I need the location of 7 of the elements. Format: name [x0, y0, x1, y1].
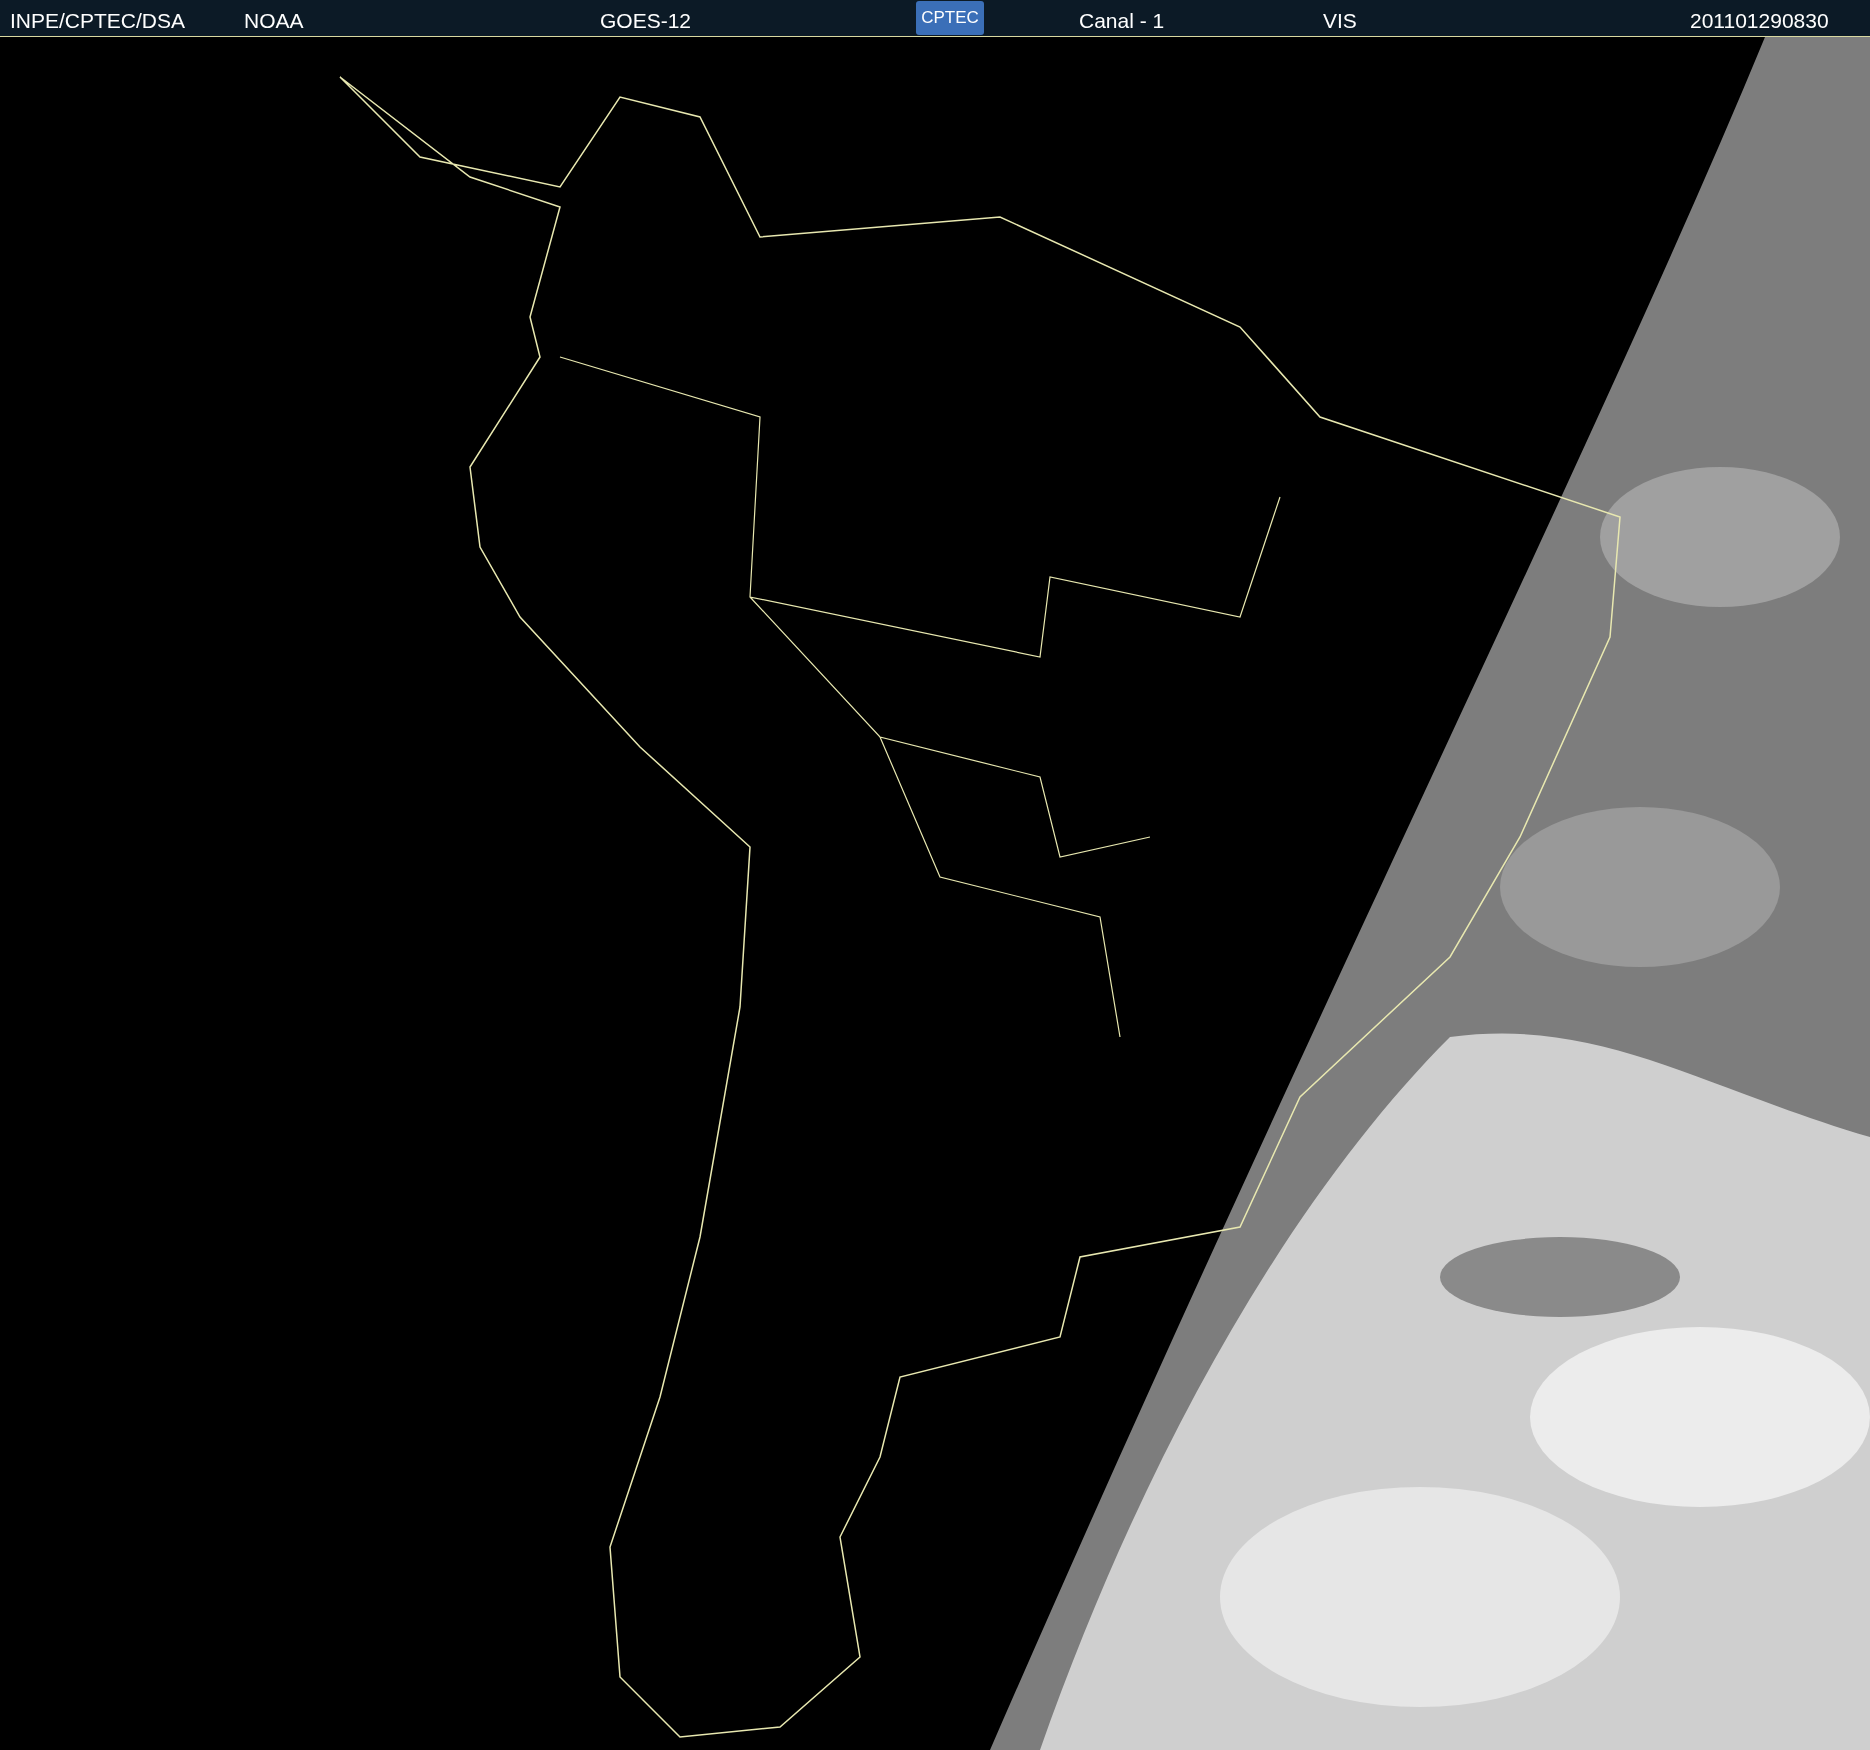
header-label: INPE/CPTEC/DSA — [10, 8, 186, 34]
header-label: NOAA — [244, 8, 304, 34]
header-label: 201101290830 — [1690, 8, 1829, 34]
header-label: VIS — [1323, 8, 1357, 34]
header-label: Canal - 1 — [1079, 8, 1165, 34]
logo: CPTEC — [916, 1, 984, 35]
header-label: GOES-12 — [600, 8, 692, 34]
